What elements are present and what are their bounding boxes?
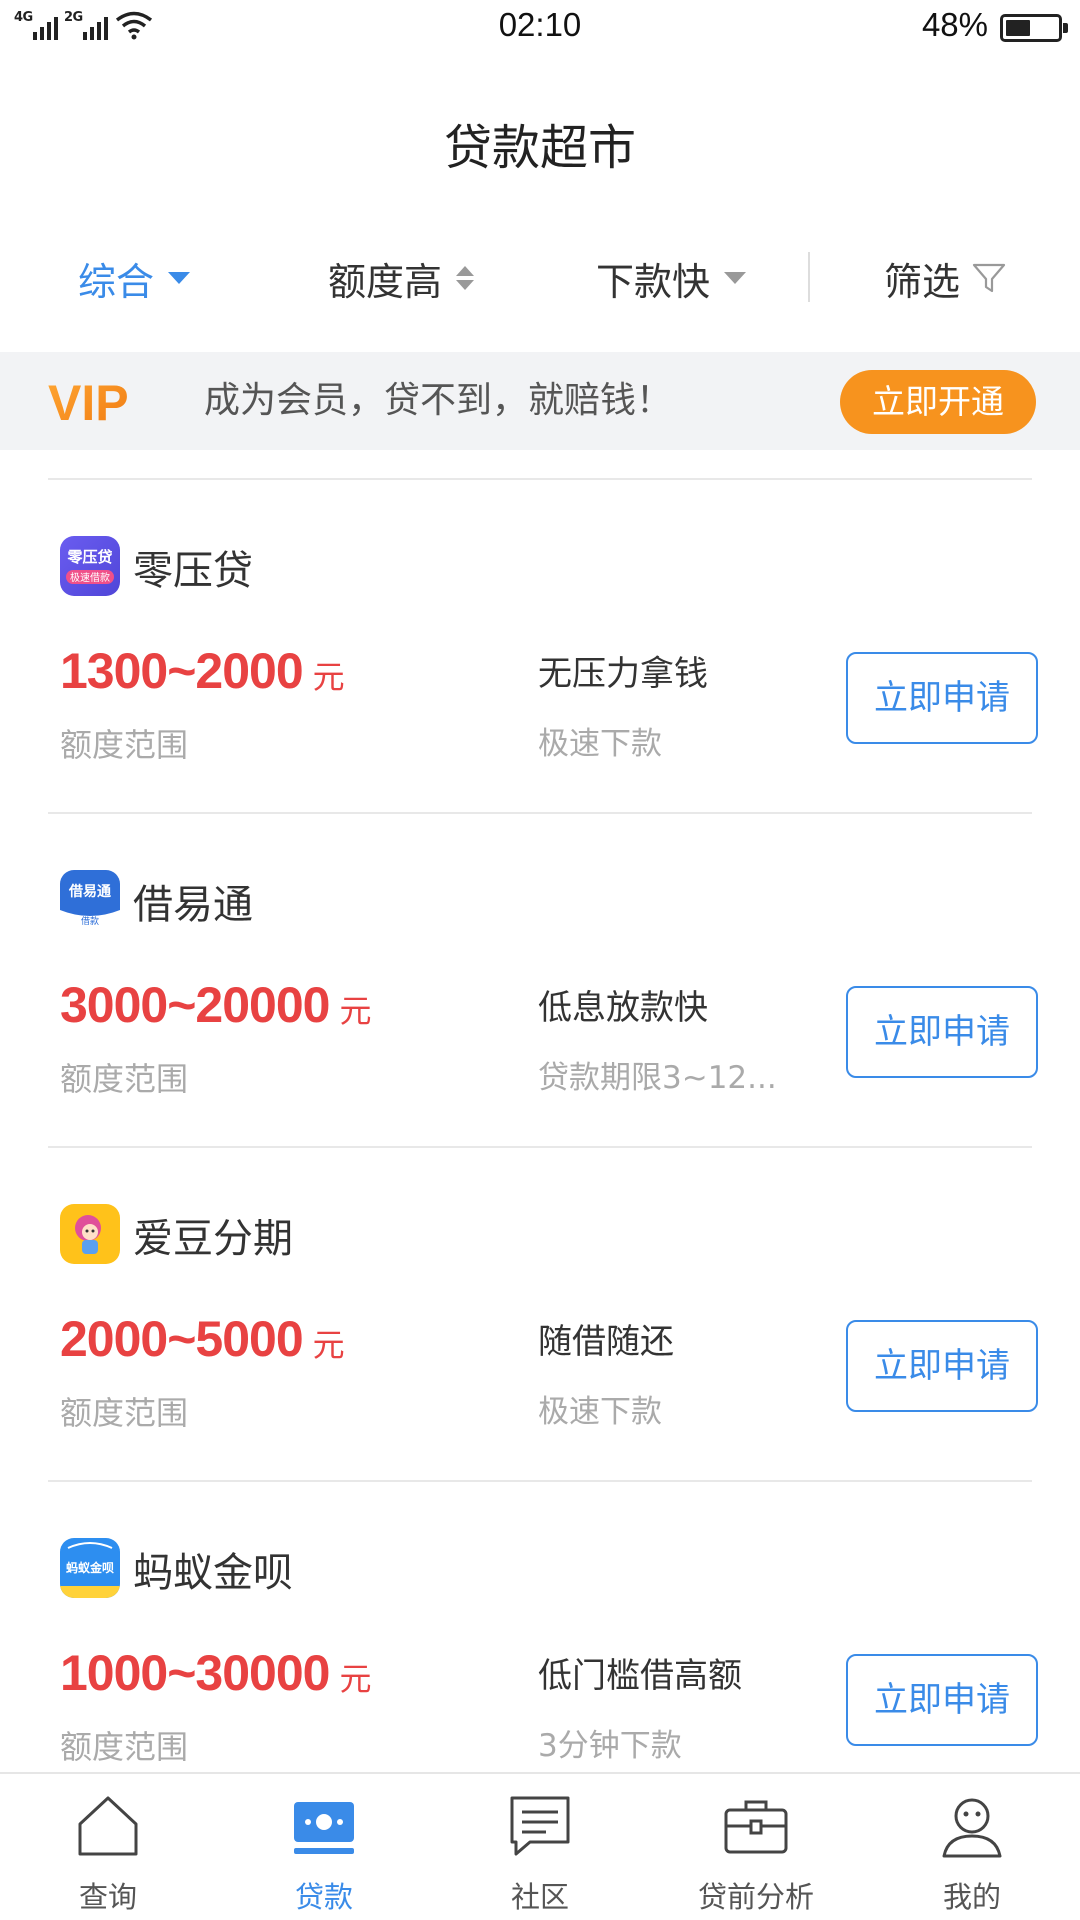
page-title: 贷款超市	[443, 120, 636, 176]
caret-down-icon	[168, 272, 191, 284]
loan-subtitle: 极速下款	[538, 1394, 662, 1430]
loan-amount-unit: 元	[339, 1661, 371, 1697]
svg-text:借款: 借款	[81, 915, 99, 927]
loan-range-label: 额度范围	[60, 1728, 189, 1766]
filter-comprehensive-label: 综合	[78, 259, 155, 304]
battery-icon	[1000, 14, 1068, 42]
aidou-logo-icon	[60, 1204, 120, 1264]
tab-community-label: 社区	[510, 1880, 569, 1914]
loan-card[interactable]: 蚂蚁金呗 蚂蚁金呗 1000~30000 元 额度范围 低门槛借高额 3分钟下款 …	[0, 1482, 1080, 1816]
apply-button[interactable]: 立即申请	[846, 986, 1038, 1078]
loan-subtitle: 贷款期限3~12...	[538, 1060, 777, 1096]
battery-percent: 48%	[921, 6, 988, 43]
loan-range-label: 额度范围	[60, 1394, 189, 1432]
vip-logo-text: VIP	[48, 375, 129, 430]
vip-banner: VIP 成为会员，贷不到，就赔钱！ 立即开通	[0, 352, 1080, 450]
loan-feature: 低息放款快	[538, 988, 708, 1028]
person-icon	[942, 1798, 1002, 1858]
filter-bar: 综合 额度高 下款快 筛选	[0, 240, 1080, 316]
tab-pre-loan-analysis-label: 贷前分析	[697, 1880, 814, 1914]
filter-comprehensive[interactable]: 综合	[78, 240, 191, 316]
vip-slogan: 成为会员，贷不到，就赔钱！	[204, 380, 673, 421]
tab-mine[interactable]: 我的	[864, 1774, 1080, 1920]
loan-amount-unit: 元	[312, 659, 345, 695]
jieyitong-logo-icon: 借易通 借款	[60, 870, 120, 930]
tab-community[interactable]: 社区	[432, 1774, 648, 1920]
tab-pre-loan-analysis[interactable]: 贷前分析	[648, 1774, 864, 1920]
loan-amount-value: 1000~30000	[60, 1645, 330, 1701]
bottom-tab-bar: 查询 贷款 社区 贷前分析 我的	[0, 1772, 1080, 1920]
tab-query[interactable]: 查询	[0, 1774, 216, 1920]
briefcase-icon	[724, 1800, 788, 1854]
apply-button[interactable]: 立即申请	[846, 1654, 1038, 1746]
filter-divider	[808, 252, 810, 302]
filter-fast-payout-label: 下款快	[596, 259, 711, 304]
house-icon	[78, 1796, 138, 1856]
sort-updown-icon	[456, 266, 475, 290]
svg-text:零压贷: 零压贷	[66, 548, 112, 566]
document-icon	[510, 1796, 570, 1856]
loan-card[interactable]: 零压贷 极速借款 零压贷 1300~2000 元 额度范围 无压力拿钱 极速下款 …	[0, 480, 1080, 814]
apply-button[interactable]: 立即申请	[846, 1320, 1038, 1412]
tab-loan[interactable]: 贷款	[216, 1774, 432, 1920]
loan-card[interactable]: 爱豆分期 2000~5000 元 额度范围 随借随还 极速下款 立即申请	[0, 1148, 1080, 1482]
loan-amount: 1000~30000 元	[60, 1644, 371, 1702]
loan-amount-value: 1300~2000	[60, 643, 304, 699]
loan-range-label: 额度范围	[60, 726, 189, 764]
loan-feature: 随借随还	[538, 1322, 674, 1362]
status-time: 02:10	[498, 6, 582, 43]
loan-amount-unit: 元	[312, 1327, 345, 1363]
filter-high-limit-label: 额度高	[328, 259, 443, 304]
battery-fill	[1006, 20, 1030, 36]
loan-name: 爱豆分期	[133, 1216, 293, 1262]
vip-logo: VIP	[48, 375, 129, 430]
apply-button[interactable]: 立即申请	[846, 652, 1038, 744]
caret-down-icon	[724, 272, 747, 284]
loan-amount: 2000~5000 元	[60, 1310, 345, 1368]
funnel-icon	[972, 263, 1006, 293]
tab-loan-label: 贷款	[294, 1880, 353, 1914]
loan-feature: 低门槛借高额	[538, 1656, 742, 1696]
status-bar: 4G 2G 02:10 48%	[0, 0, 1080, 58]
loan-amount-unit: 元	[339, 993, 371, 1029]
vip-activate-button[interactable]: 立即开通	[840, 370, 1036, 434]
loan-card[interactable]: 借易通 借款 借易通 3000~20000 元 额度范围 低息放款快 贷款期限3~…	[0, 814, 1080, 1148]
loan-name: 借易通	[133, 882, 253, 928]
loan-amount: 1300~2000 元	[60, 642, 345, 700]
loan-icon	[294, 1802, 354, 1854]
loan-name: 蚂蚁金呗	[133, 1550, 293, 1596]
svg-text:极速借款: 极速借款	[70, 571, 110, 584]
loan-subtitle: 3分钟下款	[538, 1728, 682, 1764]
loan-subtitle: 极速下款	[538, 726, 662, 762]
tab-query-label: 查询	[78, 1880, 137, 1914]
svg-text:借易通: 借易通	[68, 883, 111, 900]
zeroyadai-logo-icon: 零压贷 极速借款	[60, 536, 120, 596]
loan-amount-value: 2000~5000	[60, 1311, 304, 1367]
tab-mine-label: 我的	[942, 1880, 1001, 1914]
mayijinbei-logo-icon: 蚂蚁金呗	[60, 1538, 120, 1598]
loan-range-label: 额度范围	[60, 1060, 189, 1098]
filter-label: 筛选	[884, 259, 961, 304]
loan-name: 零压贷	[133, 548, 253, 594]
loan-amount: 3000~20000 元	[60, 976, 371, 1034]
filter-button[interactable]: 筛选	[884, 240, 1006, 316]
filter-fast-payout[interactable]: 下款快	[596, 240, 747, 316]
loan-feature: 无压力拿钱	[538, 654, 708, 694]
filter-high-limit[interactable]: 额度高	[328, 240, 475, 316]
loan-amount-value: 3000~20000	[60, 977, 330, 1033]
svg-text:蚂蚁金呗: 蚂蚁金呗	[66, 1560, 114, 1575]
